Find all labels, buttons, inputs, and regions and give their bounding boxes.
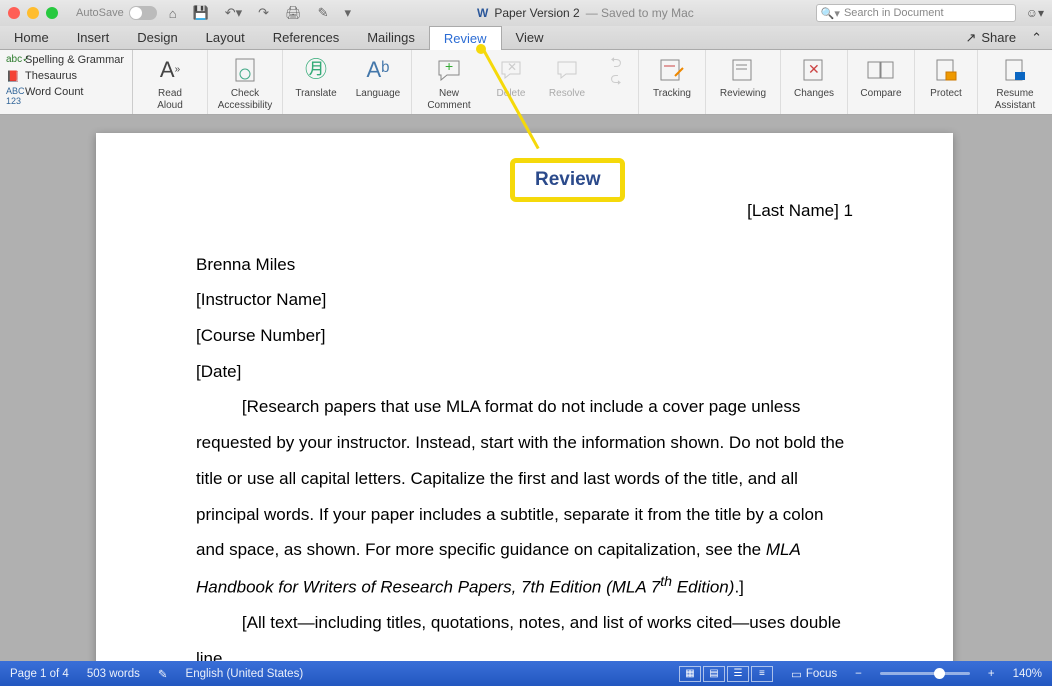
read-aloud-button[interactable]: A»Read Aloud	[141, 54, 199, 111]
body-paragraph-1: [Research papers that use MLA format do …	[196, 389, 853, 605]
save-icon[interactable]: 💾	[189, 5, 213, 21]
tab-design[interactable]: Design	[123, 26, 191, 49]
share-icon: ↗	[965, 30, 976, 46]
new-comment-button[interactable]: +New Comment	[420, 54, 478, 111]
search-placeholder: Search in Document	[844, 7, 944, 19]
word-count-indicator[interactable]: 503 words	[87, 668, 140, 680]
spell-check-icon[interactable]: ✎	[158, 667, 168, 681]
comment-arrows-icon: ⮌⮎	[610, 54, 621, 86]
outline-icon[interactable]: ≡	[751, 666, 773, 682]
accessibility-icon	[233, 54, 257, 86]
read-aloud-icon: A»	[160, 54, 180, 86]
resolve-comment-button: Resolve	[544, 54, 590, 100]
tab-insert[interactable]: Insert	[63, 26, 124, 49]
tab-review[interactable]: Review	[429, 26, 502, 50]
new-comment-icon: +	[437, 54, 461, 86]
document-page[interactable]: [Last Name] 1 Brenna Miles [Instructor N…	[96, 133, 953, 661]
compare-button[interactable]: Compare	[856, 54, 906, 100]
book-icon: 📕	[6, 70, 20, 82]
word-count-button[interactable]: ABC123Word Count	[6, 86, 126, 98]
callout-dot	[476, 44, 486, 54]
print-icon[interactable]: 🖨	[281, 5, 306, 21]
read-mode-icon[interactable]: ▦	[679, 666, 701, 682]
abc-check-icon: abc✓	[6, 54, 20, 66]
focus-button[interactable]: ▭Focus	[791, 667, 837, 681]
language-icon: Aᵇ	[367, 54, 390, 86]
check-accessibility-button[interactable]: Check Accessibility	[216, 54, 274, 111]
thesaurus-button[interactable]: 📕Thesaurus	[6, 70, 126, 82]
tab-layout[interactable]: Layout	[192, 26, 259, 49]
protect-button[interactable]: Protect	[923, 54, 969, 100]
delete-comment-icon: ✕	[500, 54, 522, 86]
zoom-in-button[interactable]: +	[988, 668, 995, 680]
chevron-up-icon[interactable]: ⌃	[1031, 30, 1042, 46]
author-name: Brenna Miles	[196, 247, 853, 283]
comment-nav-button: ⮌⮎	[602, 54, 630, 88]
callout-label: Review	[510, 158, 625, 202]
svg-text:✕: ✕	[507, 60, 517, 74]
resume-assistant-button[interactable]: Resume Assistant	[986, 54, 1044, 111]
reviewing-icon	[731, 54, 755, 86]
instructor-field: [Instructor Name]	[196, 282, 853, 318]
compare-icon	[867, 54, 895, 86]
changes-icon: ✕	[802, 54, 826, 86]
undo-icon[interactable]: ↶▾	[221, 5, 246, 21]
toggle-off-icon	[129, 6, 157, 20]
translate-button[interactable]: ㊊Translate	[291, 54, 341, 100]
tab-mailings[interactable]: Mailings	[353, 26, 429, 49]
tab-view[interactable]: View	[502, 26, 558, 49]
close-window[interactable]	[8, 7, 20, 19]
body-paragraph-2: [All text—including titles, quotations, …	[196, 605, 853, 661]
svg-text:+: +	[445, 59, 453, 74]
proofing-group: abc✓Spelling & Grammar 📕Thesaurus ABC123…	[0, 50, 133, 114]
autosave-toggle[interactable]: AutoSave	[76, 6, 157, 20]
changes-button[interactable]: ✕Changes	[789, 54, 839, 100]
resolve-icon	[556, 54, 578, 86]
protect-icon	[934, 54, 958, 86]
zoom-window[interactable]	[46, 7, 58, 19]
search-icon: 🔍▾	[821, 7, 840, 20]
course-field: [Course Number]	[196, 318, 853, 354]
doc-location: — Saved to my Mac	[586, 6, 694, 20]
share-button[interactable]: ↗ Share ⌃	[955, 26, 1052, 49]
translate-icon: ㊊	[305, 54, 327, 86]
tracking-icon	[659, 54, 685, 86]
minimize-window[interactable]	[27, 7, 39, 19]
count-icon: ABC123	[6, 86, 20, 98]
page-indicator[interactable]: Page 1 of 4	[10, 668, 69, 680]
zoom-out-button[interactable]: −	[855, 668, 862, 680]
smiley-icon[interactable]: ☺▾	[1026, 6, 1044, 20]
view-mode-buttons: ▦ ▤ ☰ ≡	[679, 666, 773, 682]
word-app-icon: W	[477, 6, 488, 20]
home-icon[interactable]: ⌂	[165, 6, 181, 21]
spelling-grammar-button[interactable]: abc✓Spelling & Grammar	[6, 54, 126, 66]
language-indicator[interactable]: English (United States)	[186, 668, 304, 680]
language-button[interactable]: AᵇLanguage	[353, 54, 403, 100]
pen-icon[interactable]: ✎	[314, 5, 333, 21]
autosave-label: AutoSave	[76, 7, 124, 19]
ribbon: abc✓Spelling & Grammar 📕Thesaurus ABC123…	[0, 50, 1052, 115]
redo-icon[interactable]: ↷	[254, 5, 273, 21]
date-field: [Date]	[196, 354, 853, 390]
tab-home[interactable]: Home	[0, 26, 63, 49]
linkedin-icon	[1003, 54, 1027, 86]
focus-icon: ▭	[791, 667, 802, 681]
zoom-slider[interactable]	[880, 672, 970, 675]
zoom-level[interactable]: 140%	[1013, 668, 1042, 680]
tab-references[interactable]: References	[259, 26, 353, 49]
status-bar: Page 1 of 4 503 words ✎ English (United …	[0, 661, 1052, 686]
qat-overflow-icon[interactable]: ▾	[341, 5, 356, 21]
tracking-button[interactable]: Tracking	[647, 54, 697, 100]
web-layout-icon[interactable]: ☰	[727, 666, 749, 682]
window-controls	[8, 7, 58, 19]
share-label: Share	[981, 30, 1016, 45]
doc-name: Paper Version 2	[494, 6, 579, 20]
reviewing-button[interactable]: Reviewing	[714, 54, 772, 100]
title-bar: AutoSave ⌂ 💾 ↶▾ ↷ 🖨 ✎ ▾ W Paper Version …	[0, 0, 1052, 26]
svg-text:✕: ✕	[808, 61, 820, 77]
document-title: W Paper Version 2 — Saved to my Mac	[363, 6, 808, 20]
print-layout-icon[interactable]: ▤	[703, 666, 725, 682]
search-input[interactable]: 🔍▾ Search in Document	[816, 4, 1016, 22]
ribbon-tabs: Home Insert Design Layout References Mai…	[0, 26, 1052, 50]
